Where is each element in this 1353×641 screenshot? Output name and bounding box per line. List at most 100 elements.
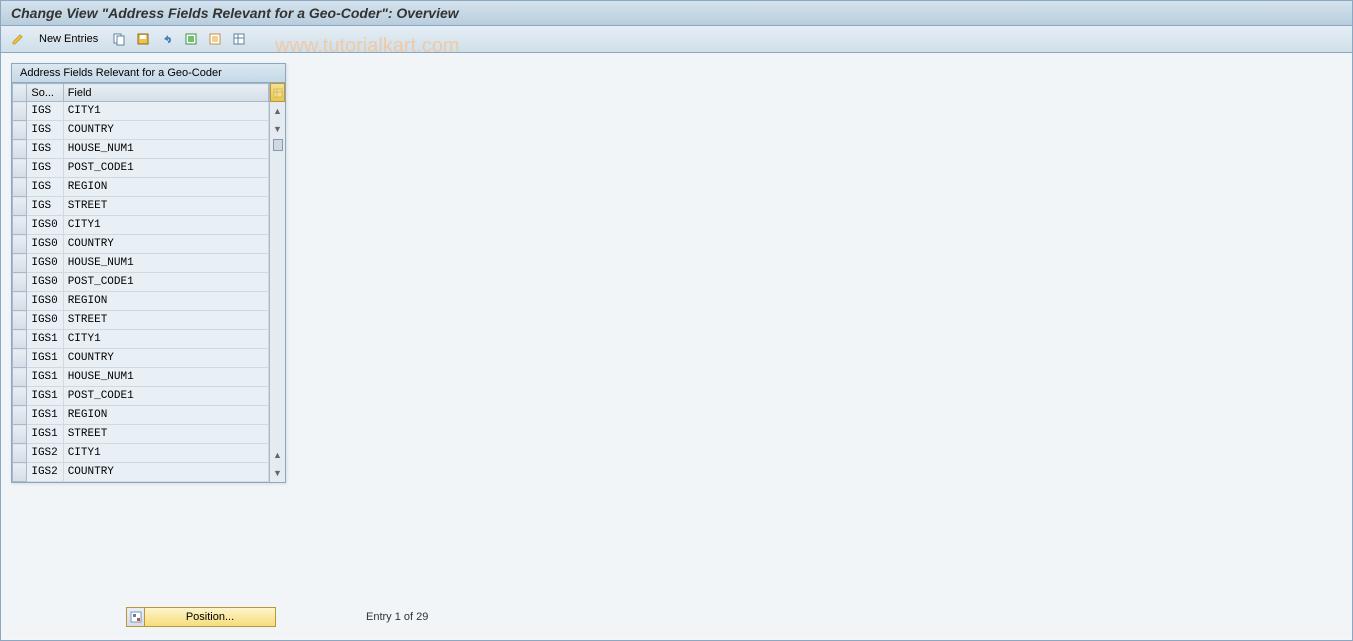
scroll-thumb[interactable]	[273, 139, 283, 151]
cell-so[interactable]: IGS0	[27, 311, 63, 330]
cell-so[interactable]: IGS1	[27, 387, 63, 406]
table-row[interactable]: IGSCITY1	[13, 102, 269, 121]
scroll-up-icon[interactable]: ▲	[273, 102, 282, 120]
cell-so[interactable]: IGS0	[27, 292, 63, 311]
cell-so[interactable]: IGS	[27, 102, 63, 121]
row-selector[interactable]	[13, 349, 27, 368]
cell-so[interactable]: IGS1	[27, 368, 63, 387]
save-icon[interactable]	[134, 30, 152, 48]
cell-so[interactable]: IGS0	[27, 254, 63, 273]
table-row[interactable]: IGS0STREET	[13, 311, 269, 330]
row-selector[interactable]	[13, 159, 27, 178]
select-all-header[interactable]	[13, 84, 27, 102]
cell-field[interactable]: CITY1	[63, 330, 268, 349]
cell-so[interactable]: IGS0	[27, 216, 63, 235]
table-row[interactable]: IGSSTREET	[13, 197, 269, 216]
panel-title: Address Fields Relevant for a Geo-Coder	[12, 64, 285, 83]
table-row[interactable]: IGS1CITY1	[13, 330, 269, 349]
cell-field[interactable]: COUNTRY	[63, 463, 268, 482]
table-config-icon[interactable]	[270, 83, 285, 102]
table-row[interactable]: IGSREGION	[13, 178, 269, 197]
row-selector[interactable]	[13, 387, 27, 406]
cell-field[interactable]: REGION	[63, 292, 268, 311]
cell-field[interactable]: CITY1	[63, 102, 268, 121]
row-selector[interactable]	[13, 292, 27, 311]
cell-field[interactable]: HOUSE_NUM1	[63, 140, 268, 159]
table-row[interactable]: IGSHOUSE_NUM1	[13, 140, 269, 159]
cell-field[interactable]: POST_CODE1	[63, 387, 268, 406]
row-selector[interactable]	[13, 178, 27, 197]
copy-icon[interactable]	[110, 30, 128, 48]
table-row[interactable]: IGS1REGION	[13, 406, 269, 425]
cell-so[interactable]: IGS0	[27, 235, 63, 254]
row-selector[interactable]	[13, 463, 27, 482]
table-row[interactable]: IGS0COUNTRY	[13, 235, 269, 254]
new-entries-button[interactable]: New Entries	[33, 31, 104, 47]
cell-field[interactable]: CITY1	[63, 444, 268, 463]
table-row[interactable]: IGS0HOUSE_NUM1	[13, 254, 269, 273]
cell-so[interactable]: IGS1	[27, 425, 63, 444]
cell-field[interactable]: STREET	[63, 197, 268, 216]
position-button[interactable]: Position...	[126, 607, 276, 627]
table-row[interactable]: IGS1STREET	[13, 425, 269, 444]
cell-field[interactable]: HOUSE_NUM1	[63, 368, 268, 387]
row-selector[interactable]	[13, 121, 27, 140]
table-row[interactable]: IGS1HOUSE_NUM1	[13, 368, 269, 387]
row-selector[interactable]	[13, 254, 27, 273]
cell-so[interactable]: IGS1	[27, 349, 63, 368]
cell-so[interactable]: IGS	[27, 197, 63, 216]
row-selector[interactable]	[13, 273, 27, 292]
cell-field[interactable]: COUNTRY	[63, 235, 268, 254]
cell-field[interactable]: POST_CODE1	[63, 159, 268, 178]
row-selector[interactable]	[13, 197, 27, 216]
table-row[interactable]: IGS0REGION	[13, 292, 269, 311]
vertical-scrollbar[interactable]: ▲ ▼ ▲ ▼	[269, 83, 285, 482]
column-header-so[interactable]: So...	[27, 84, 63, 102]
table-row[interactable]: IGS1COUNTRY	[13, 349, 269, 368]
table-row[interactable]: IGSCOUNTRY	[13, 121, 269, 140]
table-row[interactable]: IGS1POST_CODE1	[13, 387, 269, 406]
table-row[interactable]: IGS0POST_CODE1	[13, 273, 269, 292]
row-selector[interactable]	[13, 102, 27, 121]
column-header-field[interactable]: Field	[63, 84, 268, 102]
cell-field[interactable]: STREET	[63, 425, 268, 444]
scroll-down-bottom-icon[interactable]: ▼	[273, 464, 282, 482]
cell-field[interactable]: COUNTRY	[63, 121, 268, 140]
select-all-icon[interactable]	[182, 30, 200, 48]
cell-so[interactable]: IGS1	[27, 406, 63, 425]
row-selector[interactable]	[13, 216, 27, 235]
cell-so[interactable]: IGS2	[27, 463, 63, 482]
cell-so[interactable]: IGS	[27, 159, 63, 178]
cell-field[interactable]: HOUSE_NUM1	[63, 254, 268, 273]
undo-icon[interactable]	[158, 30, 176, 48]
row-selector[interactable]	[13, 235, 27, 254]
table-settings-icon[interactable]	[230, 30, 248, 48]
row-selector[interactable]	[13, 425, 27, 444]
cell-field[interactable]: COUNTRY	[63, 349, 268, 368]
scroll-up-bottom-icon[interactable]: ▲	[273, 446, 282, 464]
cell-so[interactable]: IGS	[27, 178, 63, 197]
deselect-all-icon[interactable]	[206, 30, 224, 48]
cell-so[interactable]: IGS	[27, 121, 63, 140]
edit-icon[interactable]	[9, 30, 27, 48]
cell-field[interactable]: CITY1	[63, 216, 268, 235]
row-selector[interactable]	[13, 330, 27, 349]
cell-so[interactable]: IGS1	[27, 330, 63, 349]
table-row[interactable]: IGS0CITY1	[13, 216, 269, 235]
row-selector[interactable]	[13, 140, 27, 159]
cell-field[interactable]: STREET	[63, 311, 268, 330]
cell-so[interactable]: IGS0	[27, 273, 63, 292]
cell-field[interactable]: REGION	[63, 406, 268, 425]
table-row[interactable]: IGS2COUNTRY	[13, 463, 269, 482]
table-row[interactable]: IGS2CITY1	[13, 444, 269, 463]
row-selector[interactable]	[13, 406, 27, 425]
cell-field[interactable]: POST_CODE1	[63, 273, 268, 292]
cell-so[interactable]: IGS2	[27, 444, 63, 463]
cell-field[interactable]: REGION	[63, 178, 268, 197]
row-selector[interactable]	[13, 311, 27, 330]
row-selector[interactable]	[13, 444, 27, 463]
cell-so[interactable]: IGS	[27, 140, 63, 159]
row-selector[interactable]	[13, 368, 27, 387]
table-row[interactable]: IGSPOST_CODE1	[13, 159, 269, 178]
scroll-down-icon[interactable]: ▼	[273, 120, 282, 138]
